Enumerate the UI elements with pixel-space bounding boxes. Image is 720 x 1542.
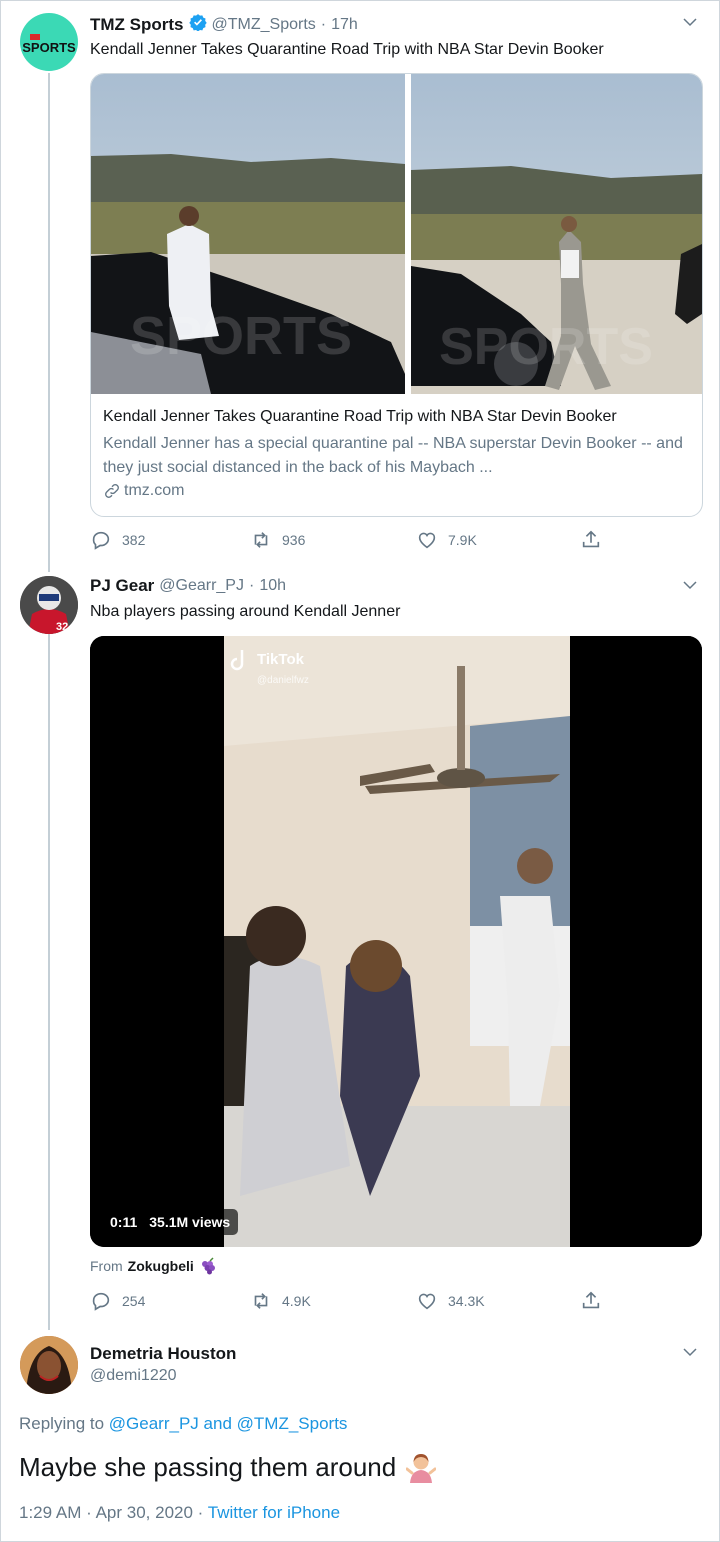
handle[interactable]: @TMZ_Sports bbox=[212, 16, 316, 34]
timestamp[interactable]: 10h bbox=[259, 577, 286, 595]
reply-icon bbox=[92, 531, 110, 550]
like-button[interactable]: 7.9K bbox=[416, 529, 477, 551]
card-domain: tmz.com bbox=[103, 482, 184, 500]
tweet-text: Kendall Jenner Takes Quarantine Road Tri… bbox=[90, 41, 604, 58]
video-badge: 0:11 35.1M views bbox=[102, 1209, 239, 1235]
thread-connector bbox=[48, 73, 50, 572]
from-label: From bbox=[90, 1258, 123, 1274]
tweet-text: Maybe she passing them around bbox=[19, 1451, 397, 1482]
reply-count: 382 bbox=[122, 532, 146, 548]
football-player-avatar: 32 bbox=[20, 576, 78, 634]
tweet-actions: 254 4.9K 34.3K bbox=[90, 1290, 610, 1314]
retweet-button[interactable]: 936 bbox=[250, 529, 305, 551]
dot-separator: · bbox=[320, 15, 327, 33]
tweet-actions: 382 936 7.9K bbox=[90, 529, 610, 553]
video-views: 35.1M views bbox=[149, 1214, 231, 1230]
handle[interactable]: @Gearr_PJ bbox=[159, 577, 244, 595]
replying-label: Replying to bbox=[19, 1414, 105, 1433]
display-name[interactable]: TMZ Sports bbox=[90, 15, 184, 35]
video-player[interactable]: TikTok @danielfwz 0:11 35.1M views bbox=[90, 636, 702, 1247]
user-avatar bbox=[20, 1336, 78, 1394]
tweet-header: TMZ Sports @TMZ_Sports · 17h bbox=[90, 13, 358, 36]
retweet-button[interactable]: 4.9K bbox=[250, 1290, 311, 1312]
link-card[interactable]: SPORTS SPORTS Kendall Jenner Takes Quara… bbox=[90, 73, 703, 517]
reply-mention[interactable]: @TMZ_Sports bbox=[237, 1414, 348, 1433]
from-user[interactable]: Zokugbeli bbox=[128, 1258, 194, 1274]
share-icon bbox=[582, 530, 600, 548]
video-attribution: From Zokugbeli bbox=[90, 1257, 219, 1275]
avatar[interactable]: 32 bbox=[20, 576, 78, 634]
reply-and: and bbox=[203, 1414, 232, 1433]
heart-icon bbox=[418, 532, 436, 549]
avatar[interactable]: SPORTS bbox=[20, 13, 78, 71]
tmz-sports-logo: SPORTS bbox=[22, 34, 76, 55]
focused-tweet-text: Maybe she passing them around bbox=[19, 1451, 437, 1483]
chevron-down-icon[interactable] bbox=[681, 13, 699, 31]
timestamp[interactable]: 17h bbox=[331, 16, 358, 34]
tweet-source[interactable]: Twitter for iPhone bbox=[208, 1503, 340, 1522]
reply-icon bbox=[92, 1292, 110, 1311]
share-button[interactable] bbox=[580, 529, 602, 551]
card-title: Kendall Jenner Takes Quarantine Road Tri… bbox=[103, 408, 617, 425]
watermark-text: SPORTS bbox=[439, 318, 653, 376]
reply-count: 254 bbox=[122, 1293, 146, 1309]
watermark-text: SPORTS bbox=[130, 306, 352, 366]
share-icon bbox=[582, 1291, 600, 1309]
chevron-down-icon[interactable] bbox=[681, 1343, 699, 1361]
card-domain-text: tmz.com bbox=[124, 482, 185, 499]
thread-connector bbox=[48, 634, 50, 1330]
grapes-emoji-icon bbox=[201, 1257, 215, 1275]
avatar[interactable] bbox=[20, 1336, 78, 1394]
svg-text:32: 32 bbox=[56, 621, 68, 633]
dot-separator: · bbox=[248, 577, 255, 594]
handle[interactable]: @demi1220 bbox=[90, 1367, 177, 1385]
retweet-count: 4.9K bbox=[282, 1293, 311, 1309]
dot-separator: · bbox=[197, 1503, 204, 1522]
card-description: Kendall Jenner has a special quarantine … bbox=[103, 435, 683, 476]
like-count: 7.9K bbox=[448, 532, 477, 548]
retweet-icon bbox=[254, 1293, 268, 1309]
reply-mention[interactable]: @Gearr_PJ bbox=[109, 1414, 199, 1433]
person-shrugging-emoji-icon bbox=[406, 1454, 437, 1483]
display-name[interactable]: Demetria Houston bbox=[90, 1344, 236, 1364]
tweet-thread: SPORTS TMZ Sports @TMZ_Sports · 17h Kend… bbox=[0, 0, 720, 1542]
reply-button[interactable]: 382 bbox=[90, 529, 145, 551]
tiktok-creator: @danielfwz bbox=[257, 675, 309, 686]
share-button[interactable] bbox=[580, 1290, 602, 1312]
retweet-icon bbox=[254, 532, 268, 548]
display-name[interactable]: PJ Gear bbox=[90, 576, 154, 596]
link-icon bbox=[105, 484, 119, 498]
like-button[interactable]: 34.3K bbox=[416, 1290, 485, 1312]
tweet-header: PJ Gear @Gearr_PJ · 10h bbox=[90, 576, 286, 596]
retweet-count: 936 bbox=[282, 532, 306, 548]
heart-icon bbox=[418, 1293, 436, 1310]
tweet-time[interactable]: 1:29 AM bbox=[19, 1503, 81, 1522]
verified-badge-icon bbox=[188, 13, 207, 36]
tweet-meta: 1:29 AM · Apr 30, 2020 · Twitter for iPh… bbox=[19, 1503, 340, 1523]
video-frame: TikTok @danielfwz bbox=[90, 636, 702, 1247]
dot-separator: · bbox=[86, 1503, 92, 1522]
tiktok-brand: TikTok bbox=[257, 651, 305, 668]
replying-to: Replying to @Gearr_PJ and @TMZ_Sports bbox=[19, 1414, 347, 1434]
video-duration: 0:11 bbox=[110, 1214, 138, 1230]
like-count: 34.3K bbox=[448, 1293, 485, 1309]
reply-button[interactable]: 254 bbox=[90, 1290, 145, 1312]
tweet-date[interactable]: Apr 30, 2020 bbox=[96, 1503, 193, 1522]
logo-text: SPORTS bbox=[22, 40, 76, 55]
chevron-down-icon[interactable] bbox=[681, 576, 699, 594]
article-image: SPORTS SPORTS bbox=[91, 74, 702, 394]
tweet-text: Nba players passing around Kendall Jenne… bbox=[90, 603, 401, 620]
